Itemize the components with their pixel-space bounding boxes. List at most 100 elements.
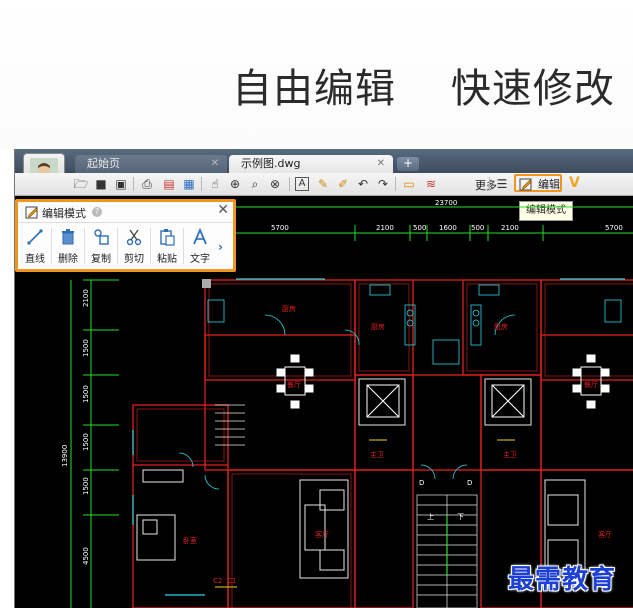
panel-divider — [84, 228, 85, 264]
layer-stack-icon[interactable]: ☰ — [494, 176, 510, 192]
save-as-icon[interactable]: ▣ — [113, 176, 129, 192]
tab-label: 示例图.dwg — [241, 157, 301, 170]
dim-text: 2100 — [376, 224, 394, 232]
brand-watermark: 最需教育 — [508, 565, 617, 595]
close-icon[interactable]: ✕ — [211, 155, 219, 173]
paste-tool-button[interactable]: 粘贴 — [152, 226, 182, 268]
redo-icon[interactable]: ↷ — [375, 176, 391, 192]
line-tool-button[interactable]: 直线 — [20, 226, 50, 268]
dim-text: 4500 — [82, 547, 90, 565]
chevron-right-icon[interactable]: › — [218, 240, 223, 254]
toolbar-divider — [289, 177, 290, 191]
dim-text: 23700 — [435, 199, 457, 207]
dim-text: 1500 — [82, 433, 90, 451]
button-label: 复制 — [91, 254, 111, 265]
panel-divider — [183, 228, 184, 264]
new-tab-button[interactable]: + — [397, 157, 419, 171]
edit-icon — [25, 206, 38, 219]
title-bar: 起始页 ✕ 示例图.dwg ✕ + — [15, 149, 633, 173]
page-headline: 自由编辑 快速修改 — [232, 66, 615, 112]
zoom-in-icon[interactable]: ⊕ — [227, 176, 243, 192]
pan-hand-icon[interactable]: ☝ — [207, 176, 223, 192]
room-label: 厨房 — [371, 322, 385, 331]
close-icon[interactable]: ✕ — [377, 155, 385, 173]
room-label: 客厅 — [598, 530, 612, 539]
door-swings — [178, 314, 516, 490]
room-label: 餐厅 — [287, 380, 301, 389]
dim-text: 1500 — [82, 385, 90, 403]
edit-mode-panel: 编辑模式 ? ✕ 直线 删除 复制 剪切 粘贴 文字 › — [15, 199, 236, 272]
dining-tables — [276, 354, 610, 409]
panel-title: 编辑模式 — [42, 207, 86, 220]
room-label: 卧室 — [183, 536, 197, 545]
door-label: D — [467, 479, 472, 487]
tab-start-page[interactable]: 起始页 ✕ — [75, 155, 227, 173]
cad-app-window: 起始页 ✕ 示例图.dwg ✕ + 🗁 ■ ▣ ⎙ ▤ ▦ ☝ ⊕ ⌕ ⊗ A … — [14, 149, 633, 608]
tab-label: 起始页 — [87, 157, 120, 170]
room-label: 主卫 — [370, 450, 384, 459]
edit-icon — [519, 178, 532, 191]
window-label: C1 — [227, 577, 236, 585]
edit-mode-button[interactable]: 编辑 — [514, 174, 562, 192]
room-label: 餐厅 — [584, 380, 598, 389]
open-folder-icon[interactable]: 🗁 — [73, 176, 89, 192]
button-label: 剪切 — [124, 254, 144, 265]
dim-text: 13900 — [61, 445, 69, 467]
save-icon[interactable]: ■ — [93, 176, 109, 192]
button-label: 文字 — [190, 254, 210, 265]
dim-text: 5700 — [271, 224, 289, 232]
grip-handle — [202, 279, 211, 288]
stair-label: 上 — [427, 512, 434, 521]
layers-icon[interactable]: ≋ — [423, 176, 439, 192]
button-label: 直线 — [25, 254, 45, 265]
markup-icon[interactable]: ✐ — [335, 176, 351, 192]
line-icon — [27, 229, 43, 245]
panel-header: 编辑模式 ? ✕ — [18, 202, 233, 223]
print-icon[interactable]: ⎙ — [139, 176, 155, 192]
vip-logo-icon[interactable]: V — [569, 175, 580, 191]
panel-divider — [117, 228, 118, 264]
toolbar-divider — [201, 177, 202, 191]
left-dimension-lines — [70, 279, 119, 608]
dim-text: 1500 — [82, 477, 90, 495]
toolbar-divider — [395, 177, 396, 191]
dim-text: 2100 — [82, 289, 90, 307]
kitchen-fixtures — [207, 284, 622, 365]
dim-text: 1600 — [439, 224, 457, 232]
dim-text: 5700 — [605, 224, 623, 232]
zoom-extents-icon[interactable]: ⊗ — [267, 176, 283, 192]
dim-text: 500 — [471, 224, 484, 232]
trash-icon — [62, 229, 74, 245]
room-label: 厨房 — [494, 322, 508, 331]
elevator-shafts — [358, 378, 532, 426]
room-label: 厨房 — [282, 304, 296, 313]
delete-tool-button[interactable]: 删除 — [53, 226, 83, 268]
door-label: D — [419, 479, 424, 487]
zoom-window-icon[interactable]: ⌕ — [247, 176, 263, 192]
help-icon[interactable]: ? — [92, 207, 102, 217]
pencil-icon[interactable]: ✎ — [315, 176, 331, 192]
window-label: C2 — [213, 577, 222, 585]
stair-label: 下 — [457, 513, 464, 521]
text-icon — [193, 228, 207, 245]
main-toolbar: 🗁 ■ ▣ ⎙ ▤ ▦ ☝ ⊕ ⌕ ⊗ A ✎ ✐ ↶ ↷ ▭ ≋ 更多 ☰ 编… — [15, 173, 633, 196]
copy-tool-button[interactable]: 复制 — [86, 226, 116, 268]
cut-tool-button[interactable]: 剪切 — [119, 226, 149, 268]
button-label: 粘贴 — [157, 254, 177, 265]
room-label: 客厅 — [315, 530, 329, 539]
button-label: 删除 — [58, 254, 78, 265]
panel-divider — [51, 228, 52, 264]
pdf-export-icon[interactable]: ▤ — [161, 176, 177, 192]
dim-text: 500 — [413, 224, 426, 232]
paste-icon — [160, 229, 175, 246]
text-tool-icon[interactable]: A — [295, 177, 309, 191]
undo-icon[interactable]: ↶ — [355, 176, 371, 192]
close-icon[interactable]: ✕ — [217, 202, 229, 218]
text-tool-button[interactable]: 文字 — [185, 226, 215, 268]
room-label: 主卫 — [503, 450, 517, 459]
measure-icon[interactable]: ▭ — [401, 176, 417, 192]
edit-button-label: 编辑 — [538, 178, 560, 191]
export-icon[interactable]: ▦ — [181, 176, 197, 192]
dim-text: 1500 — [82, 339, 90, 357]
tab-drawing[interactable]: 示例图.dwg ✕ — [229, 155, 393, 173]
